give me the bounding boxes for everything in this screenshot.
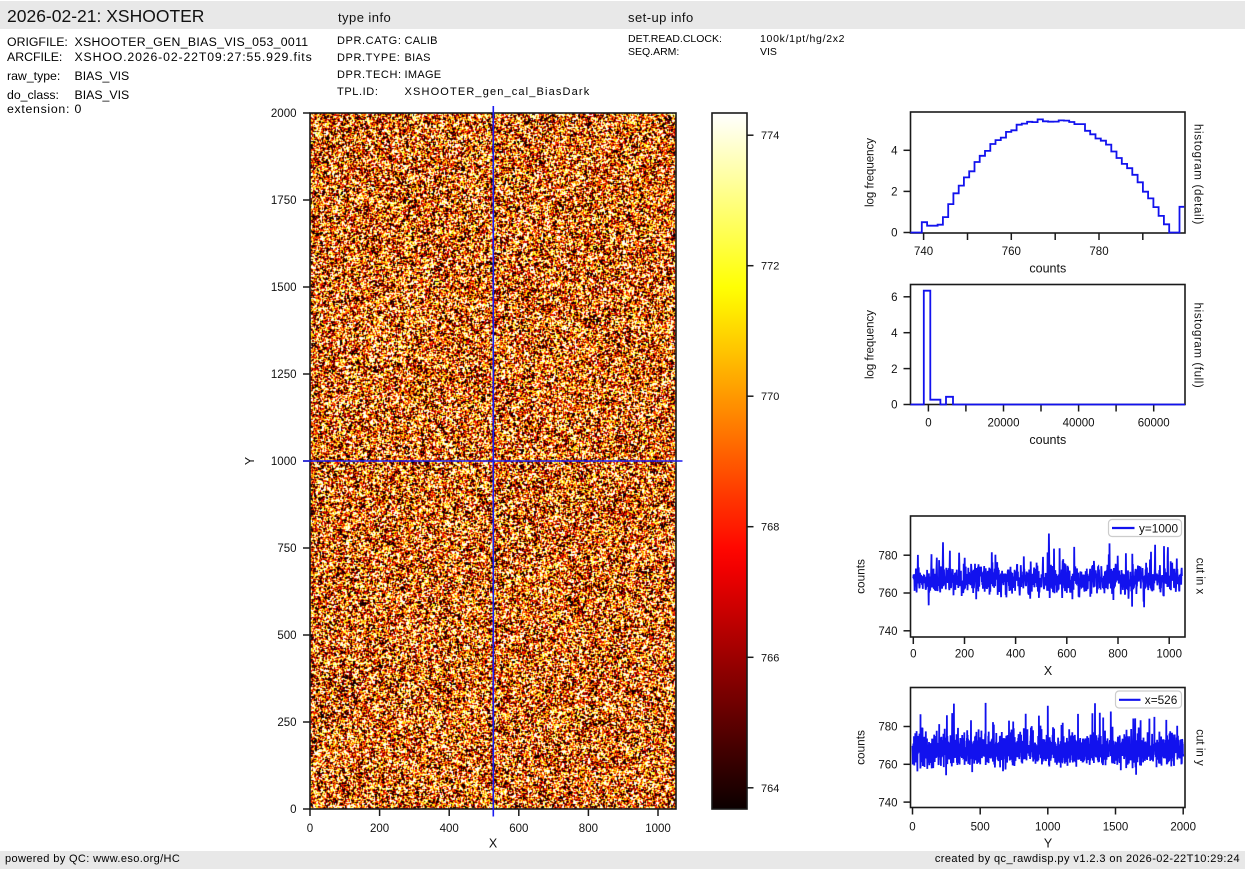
svg-text:500: 500 bbox=[277, 630, 296, 642]
svg-text:780: 780 bbox=[878, 550, 897, 562]
svg-text:1750: 1750 bbox=[271, 195, 297, 207]
svg-text:y=1000: y=1000 bbox=[1139, 521, 1178, 535]
svg-text:0: 0 bbox=[891, 228, 897, 240]
svg-text:2: 2 bbox=[891, 187, 897, 199]
svg-text:60000: 60000 bbox=[1138, 418, 1170, 430]
svg-text:x=526: x=526 bbox=[1145, 693, 1178, 707]
svg-text:cut in y: cut in y bbox=[1194, 729, 1206, 766]
svg-text:400: 400 bbox=[1006, 649, 1025, 661]
svg-text:750: 750 bbox=[277, 543, 296, 555]
svg-text:0: 0 bbox=[925, 418, 931, 430]
svg-text:cut in x: cut in x bbox=[1194, 558, 1206, 595]
svg-text:4: 4 bbox=[891, 146, 898, 158]
svg-text:760: 760 bbox=[1002, 246, 1021, 258]
svg-text:780: 780 bbox=[1089, 246, 1108, 258]
svg-text:0: 0 bbox=[909, 822, 915, 834]
svg-text:200: 200 bbox=[955, 649, 974, 661]
svg-text:0: 0 bbox=[891, 400, 897, 412]
svg-text:740: 740 bbox=[878, 626, 897, 638]
svg-text:760: 760 bbox=[878, 760, 897, 772]
svg-text:774: 774 bbox=[761, 130, 779, 142]
svg-text:X: X bbox=[1044, 664, 1053, 678]
svg-text:0: 0 bbox=[910, 649, 916, 661]
svg-text:400: 400 bbox=[440, 823, 459, 835]
svg-text:600: 600 bbox=[1057, 649, 1076, 661]
svg-text:800: 800 bbox=[1108, 649, 1127, 661]
svg-text:2000: 2000 bbox=[271, 108, 297, 120]
svg-text:768: 768 bbox=[761, 522, 779, 534]
svg-text:2000: 2000 bbox=[1170, 822, 1196, 834]
svg-text:0: 0 bbox=[307, 823, 313, 835]
svg-text:40000: 40000 bbox=[1063, 418, 1095, 430]
svg-text:counts: counts bbox=[1029, 433, 1066, 447]
svg-text:0: 0 bbox=[290, 804, 296, 816]
svg-text:20000: 20000 bbox=[988, 418, 1020, 430]
svg-text:Y: Y bbox=[243, 456, 257, 465]
svg-text:1500: 1500 bbox=[271, 282, 297, 294]
svg-text:1000: 1000 bbox=[645, 823, 671, 835]
svg-text:4: 4 bbox=[891, 328, 898, 340]
svg-text:2: 2 bbox=[891, 364, 897, 376]
svg-text:6: 6 bbox=[891, 292, 897, 304]
svg-text:X: X bbox=[489, 837, 498, 851]
svg-text:counts: counts bbox=[1029, 262, 1066, 276]
svg-text:780: 780 bbox=[878, 722, 897, 734]
svg-text:760: 760 bbox=[878, 588, 897, 600]
svg-text:200: 200 bbox=[370, 823, 389, 835]
svg-text:600: 600 bbox=[509, 823, 528, 835]
svg-text:counts: counts bbox=[854, 730, 868, 765]
svg-text:740: 740 bbox=[914, 246, 933, 258]
svg-text:250: 250 bbox=[277, 717, 296, 729]
svg-text:1500: 1500 bbox=[1103, 822, 1129, 834]
svg-text:histogram (detail): histogram (detail) bbox=[1192, 124, 1204, 225]
svg-text:log frequency: log frequency bbox=[865, 310, 877, 379]
svg-text:counts: counts bbox=[854, 559, 868, 594]
svg-text:766: 766 bbox=[761, 652, 779, 664]
svg-text:1250: 1250 bbox=[271, 369, 297, 381]
svg-text:764: 764 bbox=[761, 783, 779, 795]
svg-text:770: 770 bbox=[761, 391, 779, 403]
svg-text:772: 772 bbox=[761, 261, 779, 273]
svg-text:740: 740 bbox=[878, 797, 897, 809]
svg-text:1000: 1000 bbox=[1156, 649, 1182, 661]
svg-text:1000: 1000 bbox=[1035, 822, 1061, 834]
svg-text:1000: 1000 bbox=[271, 456, 297, 468]
svg-text:histogram (full): histogram (full) bbox=[1192, 303, 1204, 389]
svg-text:Y: Y bbox=[1044, 837, 1053, 851]
svg-text:500: 500 bbox=[971, 822, 990, 834]
svg-text:log frequency: log frequency bbox=[865, 138, 877, 207]
svg-text:800: 800 bbox=[579, 823, 598, 835]
